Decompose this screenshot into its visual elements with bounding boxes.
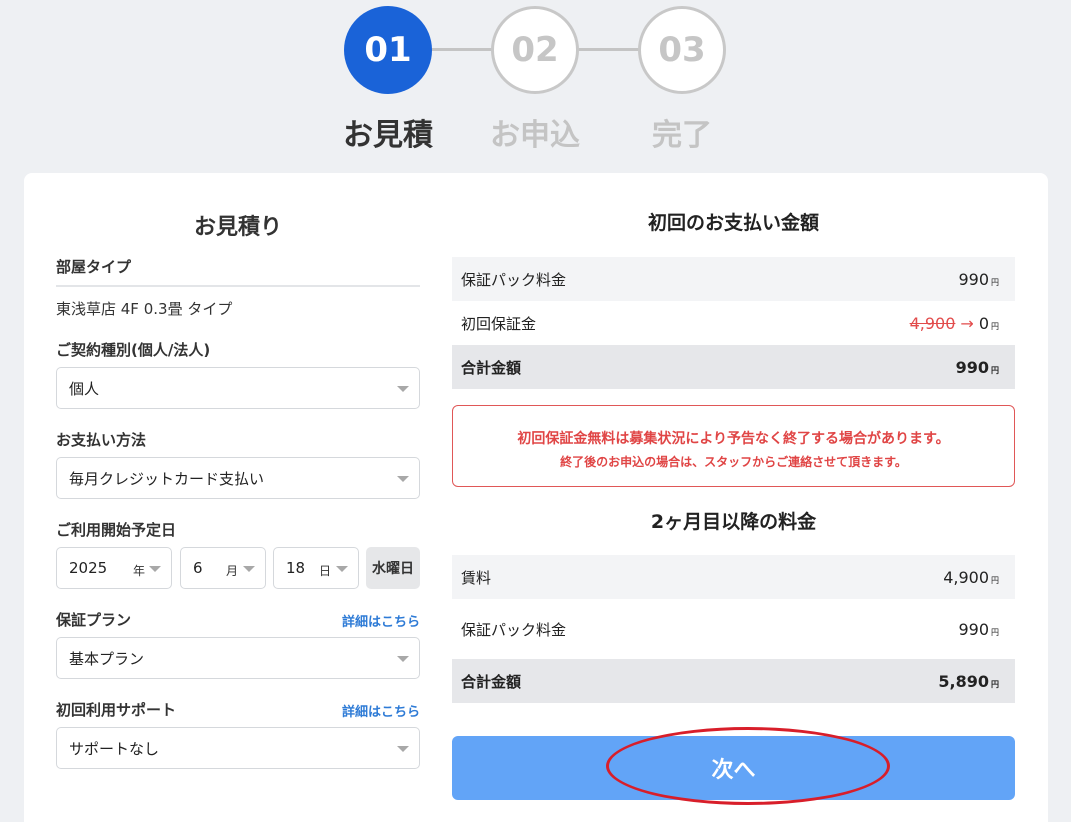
yen-unit: 円: [991, 575, 999, 585]
year-unit: 年: [133, 564, 146, 578]
row-label: 合計金額: [461, 672, 522, 691]
step-1-circle: 01: [344, 6, 432, 94]
yen-unit: 円: [991, 627, 999, 637]
highlight-ellipse: [606, 727, 890, 805]
row-label: 保証パック料金: [461, 620, 567, 639]
chevron-down-icon: [149, 566, 161, 572]
row-label: 初回保証金: [461, 314, 537, 333]
step-1-number: 01: [364, 30, 412, 70]
old-amount: 4,900: [909, 313, 956, 333]
row-label: 合計金額: [461, 358, 522, 377]
divider: [56, 285, 420, 287]
estimate-card: お見積り 部屋タイプ 東浅草店 4F 0.3畳 タイプ ご契約種別(個人/法人)…: [24, 173, 1048, 822]
total-row: 合計金額 5,890 円: [452, 659, 1015, 703]
yen-unit: 円: [991, 277, 999, 287]
payment-method-value: 毎月クレジットカード支払い: [69, 469, 265, 488]
step-3-circle: 03: [638, 6, 726, 94]
room-type-value: 東浅草店 4F 0.3畳 タイプ: [56, 300, 233, 318]
contract-type-value: 個人: [69, 379, 100, 398]
chevron-down-icon: [336, 566, 348, 572]
amount-value: 990: [958, 269, 989, 289]
row-amount: 990 円: [958, 270, 999, 289]
contract-type-select[interactable]: 個人: [56, 367, 420, 409]
table-row: 初回保証金 4,900 → 0 円: [452, 301, 1015, 345]
row-amount: 4,900 → 0 円: [910, 314, 999, 333]
row-amount: 4,900 円: [943, 568, 999, 587]
chevron-down-icon: [243, 566, 255, 572]
start-date-label: ご利用開始予定日: [56, 521, 177, 539]
row-label: 賃料: [461, 568, 492, 587]
guarantee-plan-value: 基本プラン: [69, 649, 145, 668]
progress-stepper: 01 02 03 お見積 お申込 完了: [0, 0, 1071, 170]
contract-type-label: ご契約種別(個人/法人): [56, 341, 211, 359]
day-unit: 日: [319, 564, 332, 578]
step-1-label: お見積: [343, 118, 433, 153]
notice-line-2: 終了後のお申込の場合は、スタッフからご連絡させて頂きます。: [560, 455, 907, 469]
yen-unit: 円: [991, 679, 999, 689]
row-amount: 990 円: [958, 620, 999, 639]
year-select[interactable]: 2025 年: [56, 547, 172, 589]
amount-value: 990: [955, 357, 989, 377]
step-2-label: お申込: [490, 118, 580, 153]
guarantee-detail-link[interactable]: 詳細はこちら: [342, 611, 420, 630]
payment-method-select[interactable]: 毎月クレジットカード支払い: [56, 457, 420, 499]
month-value: 6: [193, 559, 203, 577]
guarantee-plan-label: 保証プラン: [56, 611, 132, 629]
step-2-circle: 02: [491, 6, 579, 94]
support-value: サポートなし: [69, 739, 160, 758]
chevron-down-icon: [397, 476, 409, 482]
total-row: 合計金額 990 円: [452, 345, 1015, 389]
amount-value: 0: [978, 313, 989, 333]
table-row: 保証パック料金 990 円: [452, 607, 1015, 651]
row-amount: 5,890 円: [938, 672, 999, 691]
table-row: 賃料 4,900 円: [452, 555, 1015, 599]
support-select[interactable]: サポートなし: [56, 727, 420, 769]
step-connector: [577, 48, 643, 51]
notice-box: 初回保証金無料は募集状況により予告なく終了する場合があります。 終了後のお申込の…: [452, 405, 1015, 487]
day-value: 18: [286, 559, 306, 577]
notice-line-1: 初回保証金無料は募集状況により予告なく終了する場合があります。: [517, 431, 950, 447]
room-type-label: 部屋タイプ: [56, 258, 132, 276]
support-detail-link[interactable]: 詳細はこちら: [342, 701, 420, 720]
amount-value: 4,900: [943, 567, 989, 587]
row-label: 保証パック料金: [461, 270, 567, 289]
row-amount: 990 円: [956, 358, 999, 377]
year-value: 2025: [69, 559, 108, 577]
step-connector: [430, 48, 496, 51]
day-select[interactable]: 18 日: [273, 547, 359, 589]
support-label: 初回利用サポート: [56, 701, 177, 719]
payment-method-label: お支払い方法: [56, 431, 147, 449]
first-payment-title: 初回のお支払い金額: [647, 212, 819, 234]
step-2-number: 02: [511, 30, 559, 70]
next-button[interactable]: 次へ: [452, 727, 1015, 805]
amount-value: 5,890: [938, 671, 989, 691]
arrow-right-icon: →: [960, 313, 974, 333]
table-row: 保証パック料金 990 円: [452, 257, 1015, 301]
month-select[interactable]: 6 月: [180, 547, 266, 589]
guarantee-plan-select[interactable]: 基本プラン: [56, 637, 420, 679]
yen-unit: 円: [991, 365, 999, 375]
step-3-label: 完了: [652, 118, 712, 153]
chevron-down-icon: [397, 656, 409, 662]
monthly-title: 2ヶ月目以降の料金: [650, 511, 817, 533]
weekday-badge: 水曜日: [366, 547, 420, 589]
chevron-down-icon: [397, 386, 409, 392]
chevron-down-icon: [397, 746, 409, 752]
amount-value: 990: [958, 619, 989, 639]
estimate-title: お見積り: [193, 215, 282, 240]
yen-unit: 円: [991, 321, 999, 331]
month-unit: 月: [226, 564, 239, 578]
step-3-number: 03: [658, 30, 706, 70]
